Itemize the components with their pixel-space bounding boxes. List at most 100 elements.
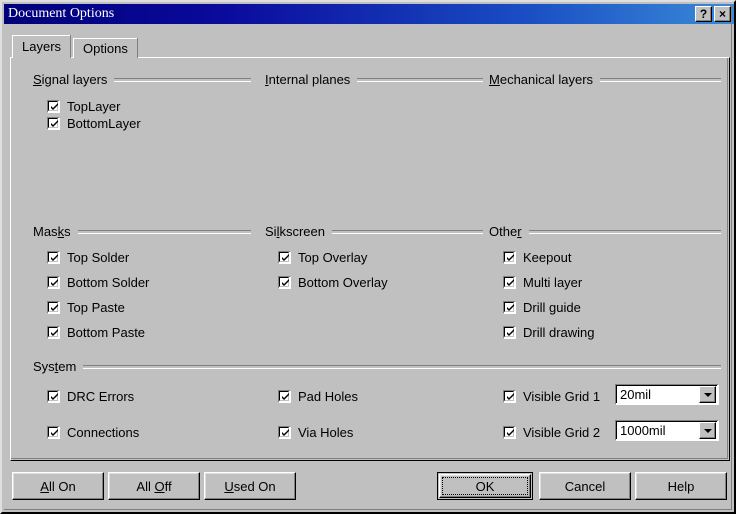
checkbox-via-holes[interactable]: Via Holes	[278, 424, 353, 440]
tab-strip: Layers Options	[12, 35, 138, 58]
group-header-other: Other	[489, 225, 721, 239]
checkbox-top-overlay[interactable]: Top Overlay	[278, 249, 367, 265]
group-rule	[357, 78, 483, 82]
check-icon	[505, 277, 516, 288]
visible-grid-1-combo[interactable]: 20mil	[615, 384, 719, 405]
check-icon	[280, 277, 291, 288]
checkbox-icon	[278, 426, 291, 439]
all-off-button[interactable]: All Off	[108, 472, 200, 500]
checkbox-toplayer[interactable]: TopLayer	[47, 98, 120, 114]
check-icon	[49, 101, 60, 112]
check-icon	[49, 327, 60, 338]
group-label-mechanical-layers: Mechanical layers	[489, 73, 600, 87]
group-header-internal-planes: Internal planes	[265, 73, 483, 87]
check-icon	[49, 118, 60, 129]
checkbox-label: Top Paste	[67, 300, 125, 315]
group-label-internal-planes: Internal planes	[265, 73, 357, 87]
chevron-down-icon[interactable]	[699, 386, 716, 403]
tab-edge	[70, 36, 71, 58]
checkbox-drill-drawing[interactable]: Drill drawing	[503, 324, 595, 340]
checkbox-label: Visible Grid 1	[523, 389, 600, 404]
checkbox-top-paste[interactable]: Top Paste	[47, 299, 125, 315]
group-rule	[332, 230, 483, 234]
group-rule	[83, 365, 721, 369]
check-icon	[49, 252, 60, 263]
check-icon	[505, 427, 516, 438]
checkbox-label: Drill drawing	[523, 325, 595, 340]
checkbox-icon	[47, 326, 60, 339]
checkbox-visible-grid-1[interactable]: Visible Grid 1	[503, 388, 600, 404]
group-label-silkscreen: Silkscreen	[265, 225, 332, 239]
checkbox-icon	[503, 251, 516, 264]
tab-edge	[137, 39, 138, 58]
checkbox-label: BottomLayer	[67, 116, 141, 131]
checkbox-bottom-overlay[interactable]: Bottom Overlay	[278, 274, 388, 290]
all-on-button[interactable]: All On	[12, 472, 104, 500]
tab-options-label: Options	[83, 41, 128, 56]
checkbox-icon	[47, 426, 60, 439]
checkbox-label: Multi layer	[523, 275, 582, 290]
checkbox-visible-grid-2[interactable]: Visible Grid 2	[503, 424, 600, 440]
checkbox-bottomlayer[interactable]: BottomLayer	[47, 115, 141, 131]
checkbox-icon	[503, 301, 516, 314]
checkbox-connections[interactable]: Connections	[47, 424, 139, 440]
checkbox-top-solder[interactable]: Top Solder	[47, 249, 129, 265]
check-icon	[505, 302, 516, 313]
visible-grid-2-combo[interactable]: 1000mil	[615, 420, 719, 441]
checkbox-icon	[503, 426, 516, 439]
group-header-signal-layers: Signal layers	[33, 73, 251, 87]
group-header-masks: Masks	[33, 225, 251, 239]
checkbox-icon	[47, 390, 60, 403]
group-label-signal-layers: Signal layers	[33, 73, 114, 87]
checkbox-icon	[47, 276, 60, 289]
visible-grid-1-value: 20mil	[616, 387, 699, 403]
group-label-masks: Masks	[33, 225, 78, 239]
checkbox-drc-errors[interactable]: DRC Errors	[47, 388, 134, 404]
checkbox-bottom-solder[interactable]: Bottom Solder	[47, 274, 149, 290]
check-icon	[49, 277, 60, 288]
checkbox-drill-guide[interactable]: Drill guide	[503, 299, 581, 315]
checkbox-label: Top Overlay	[298, 250, 367, 265]
checkbox-label: Bottom Solder	[67, 275, 149, 290]
help-button[interactable]: Help	[635, 472, 727, 500]
check-icon	[49, 391, 60, 402]
checkbox-keepout[interactable]: Keepout	[503, 249, 571, 265]
group-rule	[600, 78, 721, 82]
check-icon	[280, 252, 291, 263]
group-header-mechanical-layers: Mechanical layers	[489, 73, 721, 87]
chevron-down-icon[interactable]	[699, 422, 716, 439]
window-title: Document Options	[4, 6, 695, 22]
checkbox-icon	[278, 276, 291, 289]
cancel-button[interactable]: Cancel	[539, 472, 631, 500]
group-label-system: System	[33, 360, 83, 374]
tab-options[interactable]: Options	[73, 38, 138, 58]
check-icon	[280, 391, 291, 402]
help-label: Help	[668, 479, 695, 494]
checkbox-multi-layer[interactable]: Multi layer	[503, 274, 582, 290]
checkbox-icon	[47, 301, 60, 314]
checkbox-label: Pad Holes	[298, 389, 358, 404]
ok-button[interactable]: OK	[437, 472, 533, 500]
ok-label: OK	[476, 479, 495, 494]
group-header-silkscreen: Silkscreen	[265, 225, 483, 239]
checkbox-bottom-paste[interactable]: Bottom Paste	[47, 324, 145, 340]
visible-grid-2-value: 1000mil	[616, 423, 699, 439]
group-rule	[529, 230, 721, 234]
close-icon[interactable]: ×	[714, 6, 731, 22]
checkbox-pad-holes[interactable]: Pad Holes	[278, 388, 358, 404]
all-on-label: All On	[40, 479, 75, 494]
help-icon[interactable]: ?	[695, 6, 712, 22]
check-icon	[49, 302, 60, 313]
group-header-system: System	[33, 360, 721, 374]
checkbox-icon	[503, 276, 516, 289]
all-off-label: All Off	[136, 479, 171, 494]
tab-layers[interactable]: Layers	[12, 35, 71, 58]
used-on-button[interactable]: Used On	[204, 472, 296, 500]
checkbox-label: Bottom Overlay	[298, 275, 388, 290]
tab-layers-label: Layers	[22, 39, 61, 54]
checkbox-icon	[503, 326, 516, 339]
checkbox-icon	[47, 251, 60, 264]
cancel-label: Cancel	[565, 479, 605, 494]
check-icon	[49, 427, 60, 438]
layers-tab-page: Signal layers Internal planes Mechanical…	[10, 57, 730, 461]
